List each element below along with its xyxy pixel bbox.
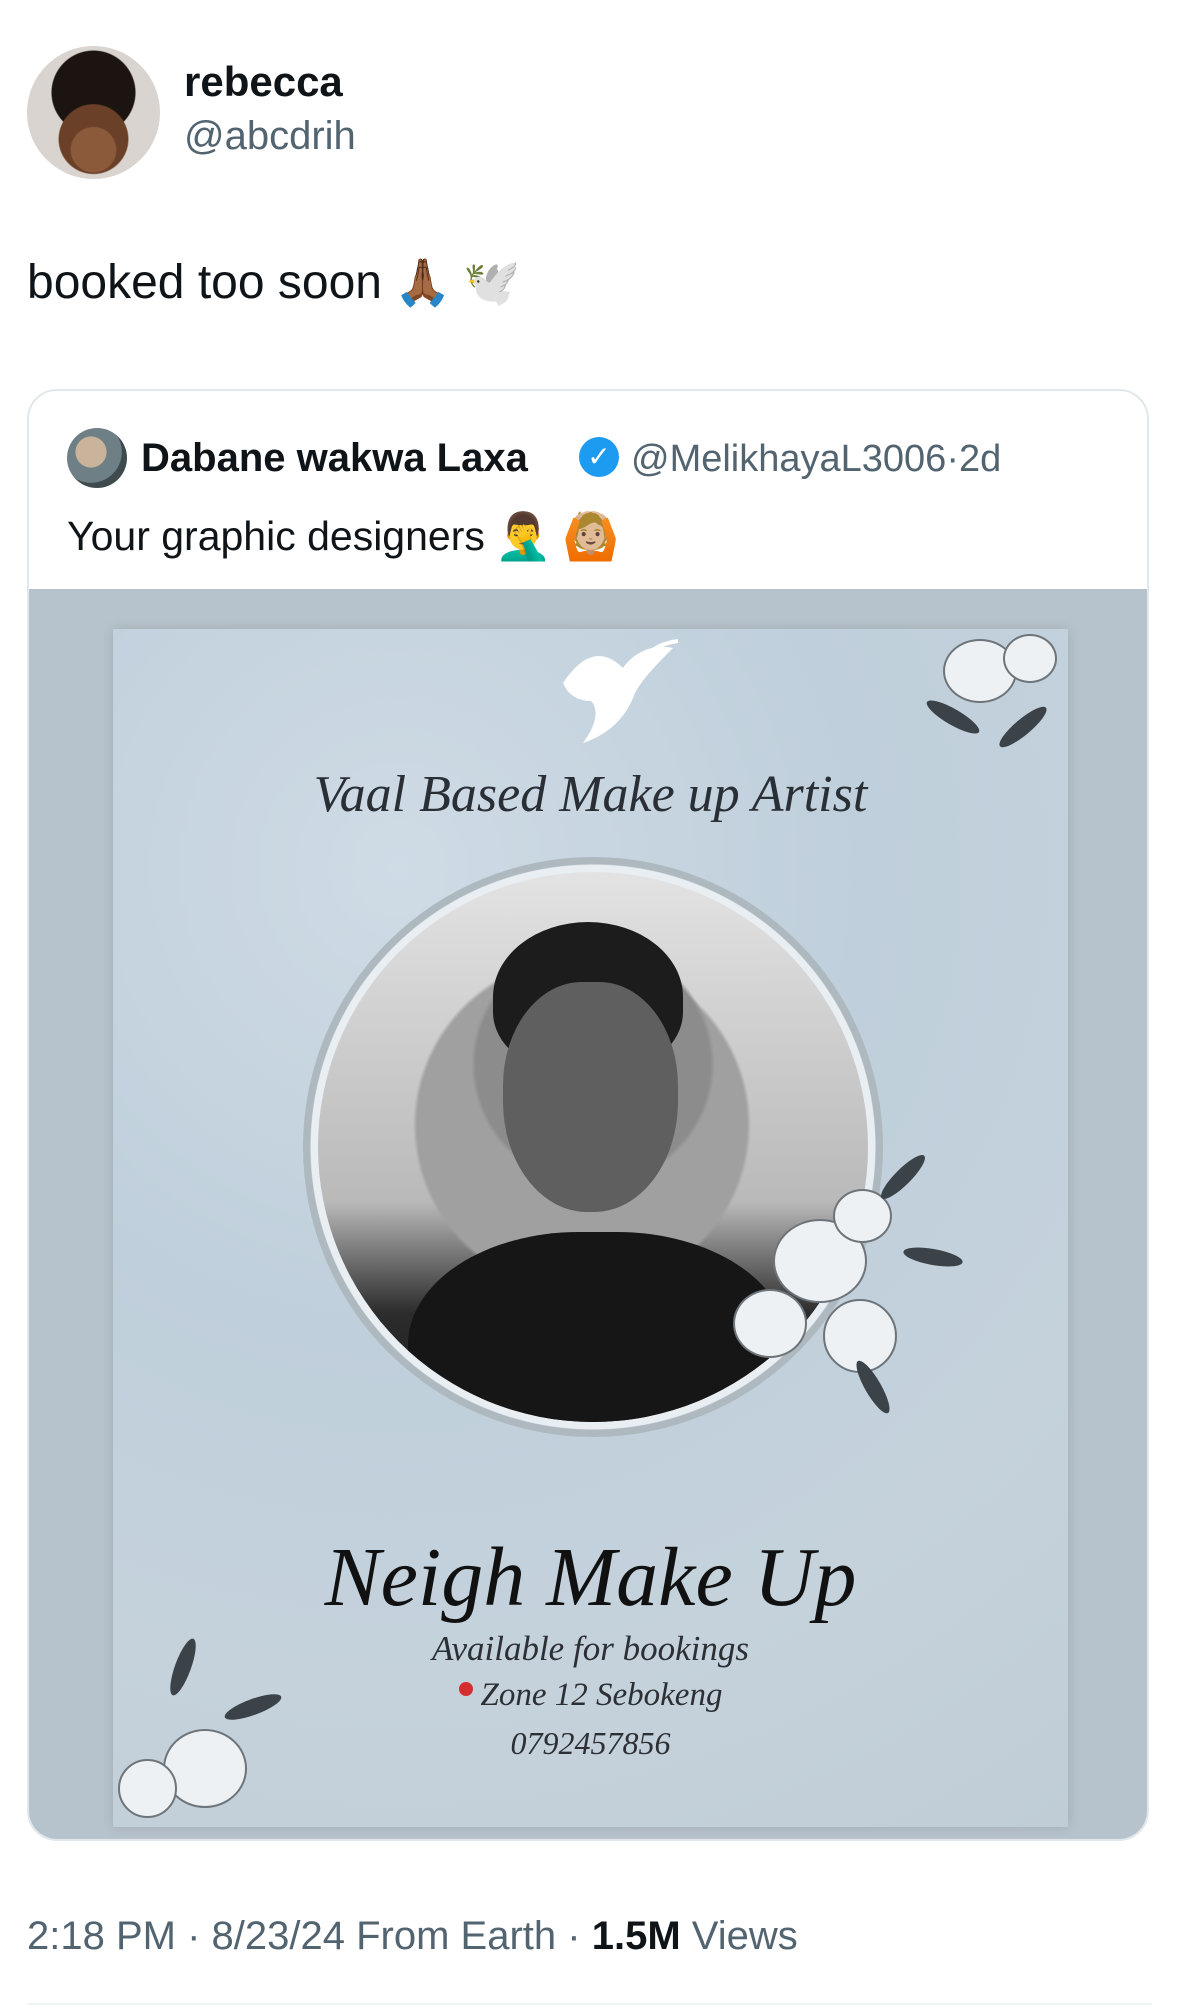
quoted-tweet-card[interactable]: Dabane wakwa Laxa ✓ @MelikhayaL3006·2d Y… <box>27 389 1149 1841</box>
quoted-handle-age[interactable]: @MelikhayaL3006·2d <box>631 438 1001 481</box>
praying-hands-emoji: 🙏🏾 <box>393 256 452 308</box>
author-display-name[interactable]: rebecca <box>184 58 343 106</box>
flyer-brand: Neigh Make Up <box>324 1531 857 1624</box>
gesture-ok-emoji: 🙆🏼 <box>562 510 620 562</box>
quoted-age: 2d <box>958 438 1002 480</box>
tweet-meta: 2:18 PM · 8/23/24 From Earth · 1.5M View… <box>27 1914 798 1958</box>
portrait-face <box>503 982 678 1212</box>
verified-badge-icon: ✓ <box>579 437 619 477</box>
quoted-text-body: Your graphic designers <box>67 513 485 559</box>
tweet-time[interactable]: 2:18 PM <box>27 1914 176 1958</box>
quoted-author-avatar[interactable] <box>67 428 127 488</box>
quoted-handle: @MelikhayaL3006 <box>631 438 947 480</box>
quoted-text: Your graphic designers 🤦‍♂️ 🙆🏼 <box>67 509 619 564</box>
flyer-availability: Available for bookings <box>432 1629 749 1668</box>
flower-decoration <box>713 1149 973 1429</box>
author-avatar[interactable] <box>27 46 160 179</box>
tweet-date[interactable]: 8/23/24 <box>212 1914 345 1958</box>
tweet-source: From Earth <box>356 1914 557 1958</box>
quoted-author-name[interactable]: Dabane wakwa Laxa <box>141 436 528 481</box>
flyer-image: Vaal Based Make up Artist Neigh Make Up … <box>113 629 1068 1827</box>
dot-separator: · <box>946 438 959 480</box>
dove-emoji: 🕊️ <box>463 256 521 308</box>
tweet-text: booked too soon 🙏🏾 🕊️ <box>27 255 521 310</box>
flower-decoration <box>913 629 1063 769</box>
flyer-location-text: Zone 12 Sebokeng <box>480 1677 723 1713</box>
flyer-headline: Vaal Based Make up Artist <box>313 766 868 823</box>
author-handle[interactable]: @abcdrih <box>184 114 356 159</box>
tweet-text-body: booked too soon <box>27 256 382 309</box>
views-count[interactable]: 1.5M <box>592 1914 681 1958</box>
flyer-phone: 0792457856 <box>510 1725 671 1761</box>
divider <box>27 2003 1152 2005</box>
quoted-media[interactable]: Vaal Based Make up Artist Neigh Make Up … <box>29 589 1147 1839</box>
facepalm-emoji: 🤦‍♂️ <box>494 510 553 562</box>
location-pin-icon <box>458 1682 473 1697</box>
views-label: Views <box>691 1914 798 1958</box>
flyer-location: Zone 12 Sebokeng <box>113 1677 1068 1714</box>
dove-icon <box>563 639 679 743</box>
